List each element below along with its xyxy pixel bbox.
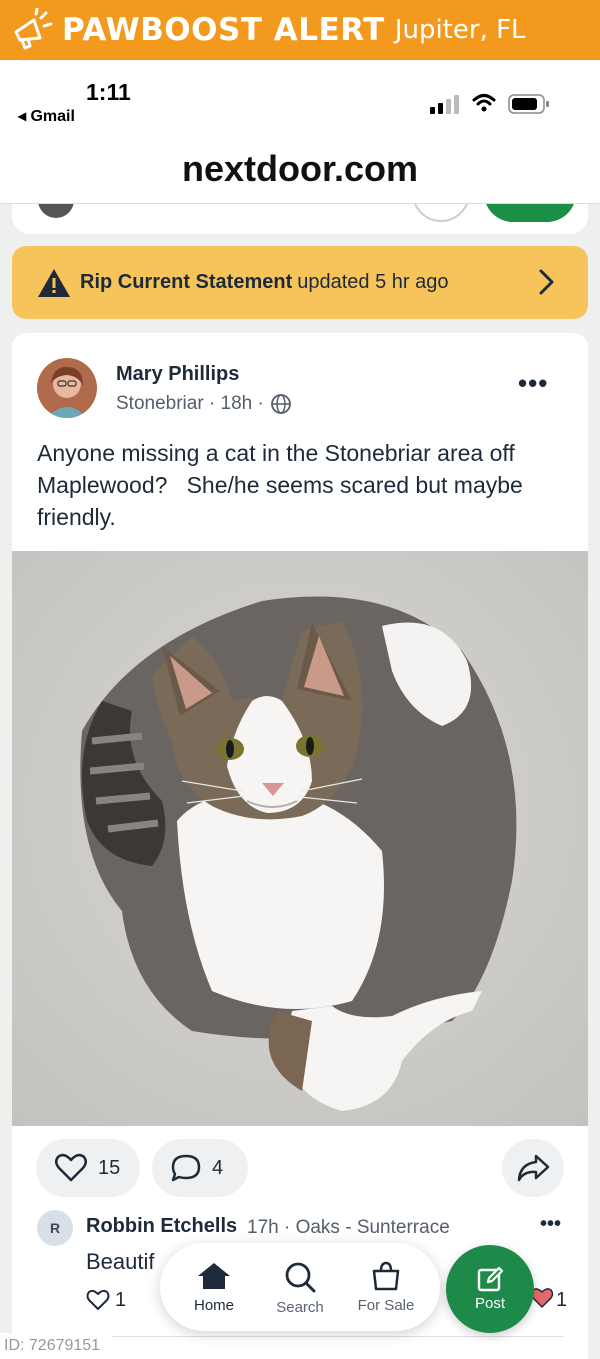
tab-for-sale[interactable]: For Sale <box>346 1261 426 1314</box>
compose-icon <box>477 1266 504 1292</box>
comment-bubble-icon <box>171 1154 201 1182</box>
more-options-icon[interactable]: ••• <box>540 1213 561 1236</box>
rip-banner-title: Rip Current Statement <box>80 271 293 293</box>
status-bar: 1:11 ◂ Gmail <box>0 60 600 138</box>
tab-search[interactable]: Search <box>260 1261 340 1316</box>
rip-banner-updated: updated 5 hr ago <box>297 271 449 293</box>
more-options-icon[interactable]: ••• <box>518 370 548 396</box>
cellular-signal-icon <box>430 95 459 114</box>
tab-home[interactable]: Home <box>174 1261 254 1314</box>
post-body-text: Anyone missing a cat in the Stonebriar a… <box>37 440 530 530</box>
tab-search-label: Search <box>276 1299 324 1316</box>
alert-city: Jupiter, FL <box>394 15 526 45</box>
cat-photo[interactable] <box>12 551 588 1126</box>
search-icon <box>285 1262 316 1293</box>
globe-icon <box>270 394 291 414</box>
share-button[interactable] <box>502 1139 564 1197</box>
rip-current-banner[interactable]: Rip Current Statement updated 5 hr ago <box>12 246 588 319</box>
comment-like-count: 1 <box>115 1289 127 1311</box>
like-count: 15 <box>98 1156 121 1179</box>
post-button[interactable]: Post <box>446 1245 534 1333</box>
comment-button[interactable]: 4 <box>152 1139 248 1197</box>
browser-address-bar[interactable]: nextdoor.com <box>0 138 600 204</box>
battery-icon <box>508 94 549 114</box>
avatar[interactable]: R <box>37 1210 73 1246</box>
heart-icon[interactable] <box>86 1289 110 1311</box>
post-meta: Stonebriar · 18h · <box>116 393 292 415</box>
alert-title: PAWBOOST ALERT <box>62 12 385 48</box>
avatar <box>38 204 74 218</box>
tab-home-label: Home <box>193 1297 234 1314</box>
post-card: Mary Phillips Stonebriar · 18h · ••• Any… <box>12 333 588 1359</box>
divider <box>112 1336 564 1337</box>
comment-text: Beautif <box>86 1249 155 1274</box>
shopping-bag-icon <box>372 1261 400 1291</box>
heart-icon <box>55 1153 87 1182</box>
previous-post-card <box>12 204 588 234</box>
warning-icon <box>38 268 70 297</box>
image-id-label: ID: 72679151 <box>0 1333 112 1359</box>
action-button[interactable] <box>412 204 470 222</box>
home-icon <box>198 1263 230 1289</box>
comment-count: 4 <box>212 1156 224 1179</box>
action-button[interactable] <box>484 204 576 222</box>
avatar[interactable] <box>37 358 97 418</box>
comment-author-name[interactable]: Robbin Etchells <box>86 1215 237 1238</box>
url-text: nextdoor.com <box>181 148 419 189</box>
chevron-right-icon <box>539 269 554 295</box>
tab-for-sale-label: For Sale <box>357 1297 415 1314</box>
post-button-label: Post <box>474 1295 505 1312</box>
like-button[interactable]: 15 <box>36 1139 140 1197</box>
megaphone-icon <box>14 8 53 50</box>
clock-time: 1:11 <box>86 79 131 105</box>
pawboost-alert-banner: PAWBOOST ALERT Jupiter, FL <box>0 0 600 60</box>
bottom-tab-bar: Home Search For Sale <box>160 1243 440 1331</box>
back-to-gmail-link[interactable]: ◂ Gmail <box>18 106 75 126</box>
post-meta-text: Stonebriar · 18h · <box>116 393 264 414</box>
post-author-name[interactable]: Mary Phillips <box>116 363 239 386</box>
comment-meta: 17h · Oaks - Sunterrace <box>247 1217 450 1238</box>
comment-reaction-count: 1 <box>556 1289 568 1311</box>
share-arrow-icon <box>517 1154 550 1182</box>
wifi-icon <box>472 94 496 112</box>
